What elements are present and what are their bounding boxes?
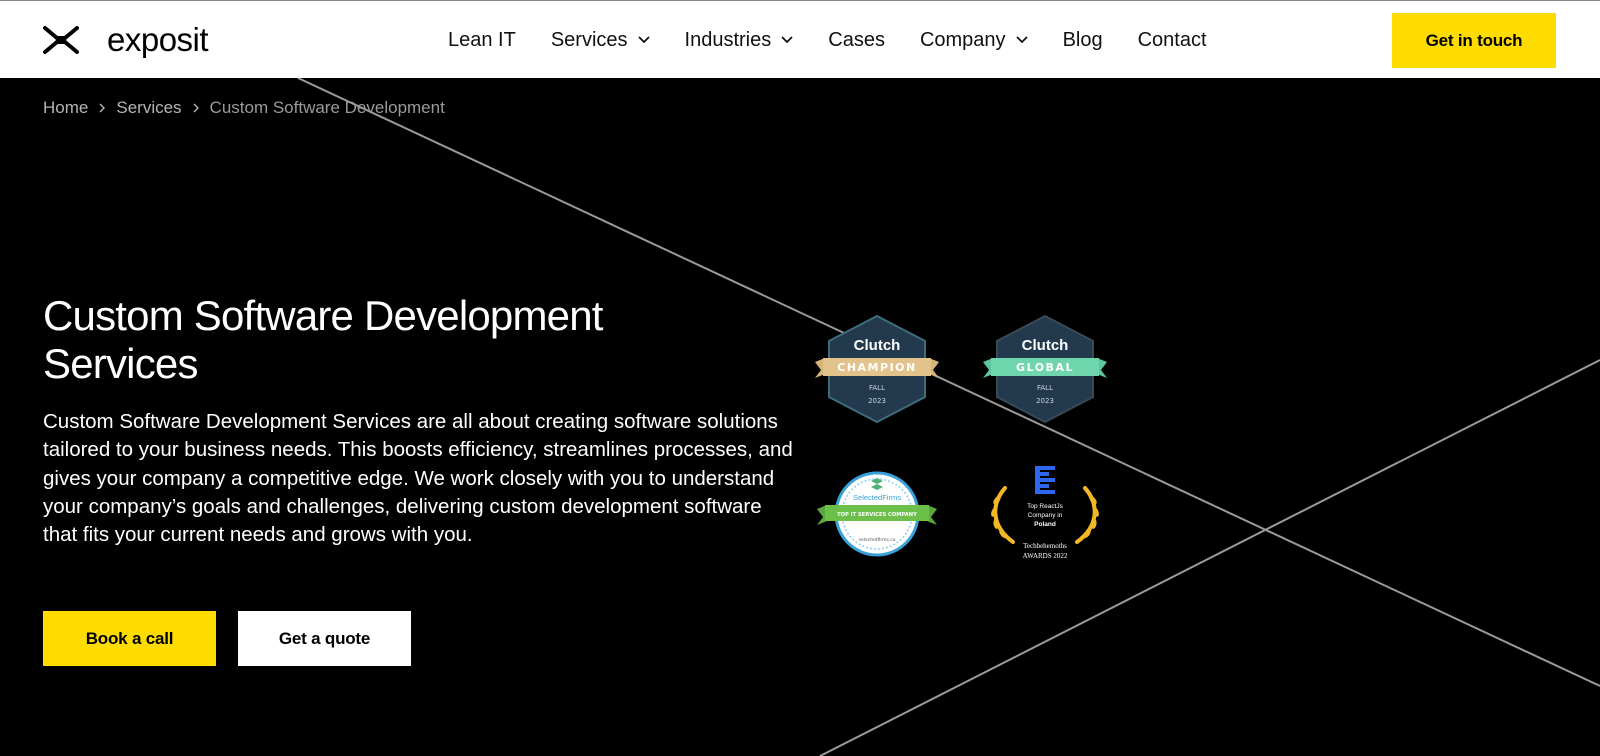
- main-nav: Lean IT Services Industries Cases Compan…: [448, 1, 1242, 79]
- logo[interactable]: exposit: [43, 21, 209, 58]
- badge-line1: Top ReactJs: [1027, 503, 1064, 510]
- badge-brand: Clutch: [1022, 337, 1069, 354]
- chevron-right-icon: [99, 103, 106, 113]
- breadcrumb: Home Services Custom Software Developmen…: [43, 98, 445, 118]
- breadcrumb-current: Custom Software Development: [209, 98, 445, 117]
- logo-text: exposit: [107, 21, 209, 58]
- chevron-right-icon: [193, 103, 199, 113]
- nav-blog[interactable]: Blog: [1063, 29, 1103, 52]
- chevron-down-icon: [781, 36, 793, 44]
- nav-label: Contact: [1137, 28, 1207, 51]
- clutch-champion-badge: Clutch CHAMPION FALL 2023: [815, 314, 939, 424]
- nav-contact[interactable]: Contact: [1138, 29, 1207, 52]
- badge-brand: SelectedFirms: [853, 493, 901, 502]
- clutch-global-badge: Clutch GLOBAL FALL 2023: [983, 314, 1107, 424]
- badge-line3: Poland: [1034, 521, 1056, 528]
- chevron-down-icon: [637, 36, 650, 44]
- site-header: exposit Lean IT Services Industries Case…: [0, 0, 1600, 78]
- badge-season: FALL: [869, 384, 885, 392]
- badge-line2: Company in: [1028, 512, 1063, 519]
- nav-label: Industries: [684, 28, 772, 51]
- page-title: Custom Software Development Services: [43, 292, 603, 387]
- badge-award: AWARDS 2022: [1023, 552, 1068, 560]
- nav-label: Lean IT: [448, 28, 516, 51]
- badge-brand: Clutch: [854, 337, 901, 354]
- book-a-call-button[interactable]: Book a call: [43, 611, 216, 666]
- nav-label: Company: [919, 28, 1006, 51]
- badge-ribbon: GLOBAL: [1016, 361, 1074, 374]
- nav-label: Services: [550, 28, 628, 51]
- hero-section: Home Services Custom Software Developmen…: [0, 78, 1600, 756]
- chevron-down-icon: [1015, 36, 1028, 44]
- get-a-quote-button[interactable]: Get a quote: [238, 611, 411, 666]
- nav-cases[interactable]: Cases: [828, 29, 885, 52]
- exposit-logo-icon: [43, 26, 79, 54]
- nav-label: Cases: [828, 28, 885, 51]
- get-in-touch-button[interactable]: Get in touch: [1392, 13, 1556, 68]
- badge-site: selectedfirms.co: [859, 537, 896, 543]
- badge-ribbon: TOP IT SERVICES COMPANY: [837, 512, 917, 518]
- breadcrumb-services[interactable]: Services: [116, 98, 181, 118]
- selectedfirms-badge: SelectedFirms TOP IT SERVICES COMPANY se…: [817, 471, 937, 557]
- nav-industries[interactable]: Industries: [685, 29, 794, 52]
- breadcrumb-home[interactable]: Home: [43, 98, 88, 118]
- hero-description: Custom Software Development Services are…: [43, 410, 793, 547]
- badge-year: 2023: [1036, 397, 1054, 405]
- badge-year: 2023: [868, 397, 886, 405]
- techbehemoths-badge: Top ReactJs Company in Poland Techbehemo…: [991, 466, 1099, 560]
- nav-services[interactable]: Services: [551, 29, 650, 52]
- badge-ribbon: CHAMPION: [837, 361, 916, 374]
- nav-label: Blog: [1062, 28, 1103, 51]
- badge-season: FALL: [1037, 384, 1053, 392]
- nav-lean-it[interactable]: Lean IT: [448, 29, 516, 52]
- badge-org: Techbehemoths: [1023, 542, 1067, 550]
- nav-company[interactable]: Company: [920, 29, 1028, 52]
